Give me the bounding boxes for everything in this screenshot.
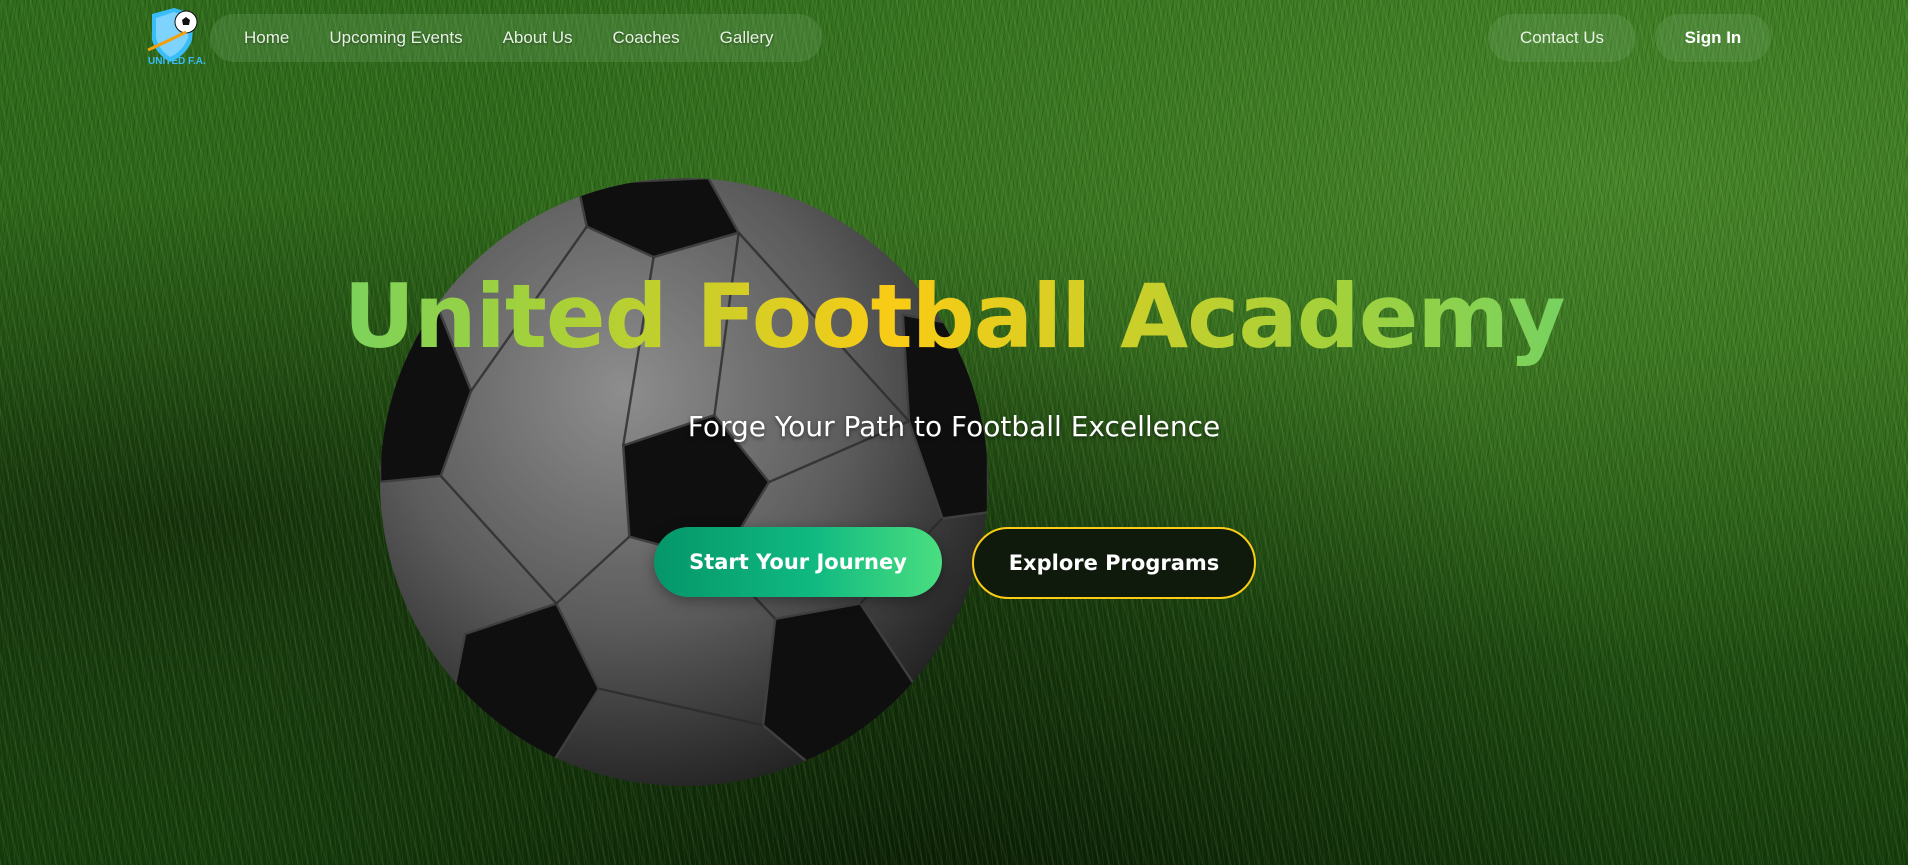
explore-programs-button[interactable]: Explore Programs <box>972 527 1256 599</box>
nav-link-coaches[interactable]: Coaches <box>613 28 680 48</box>
hero-subtitle: Forge Your Path to Football Excellence <box>687 410 1221 443</box>
start-your-journey-button[interactable]: Start Your Journey <box>654 527 942 597</box>
sign-in-button[interactable]: Sign In <box>1655 14 1771 62</box>
hero-section: UNITED F.A. Home Upcoming Events About U… <box>0 0 1908 865</box>
nav-link-about-us[interactable]: About Us <box>503 28 573 48</box>
nav-link-upcoming-events[interactable]: Upcoming Events <box>329 28 462 48</box>
contact-us-button[interactable]: Contact Us <box>1488 14 1636 62</box>
logo-text: UNITED F.A. <box>148 56 206 67</box>
hero-title: United Football Academy <box>0 262 1908 372</box>
nav-link-gallery[interactable]: Gallery <box>720 28 774 48</box>
main-nav: Home Upcoming Events About Us Coaches Ga… <box>210 14 822 62</box>
nav-link-home[interactable]: Home <box>244 28 289 48</box>
